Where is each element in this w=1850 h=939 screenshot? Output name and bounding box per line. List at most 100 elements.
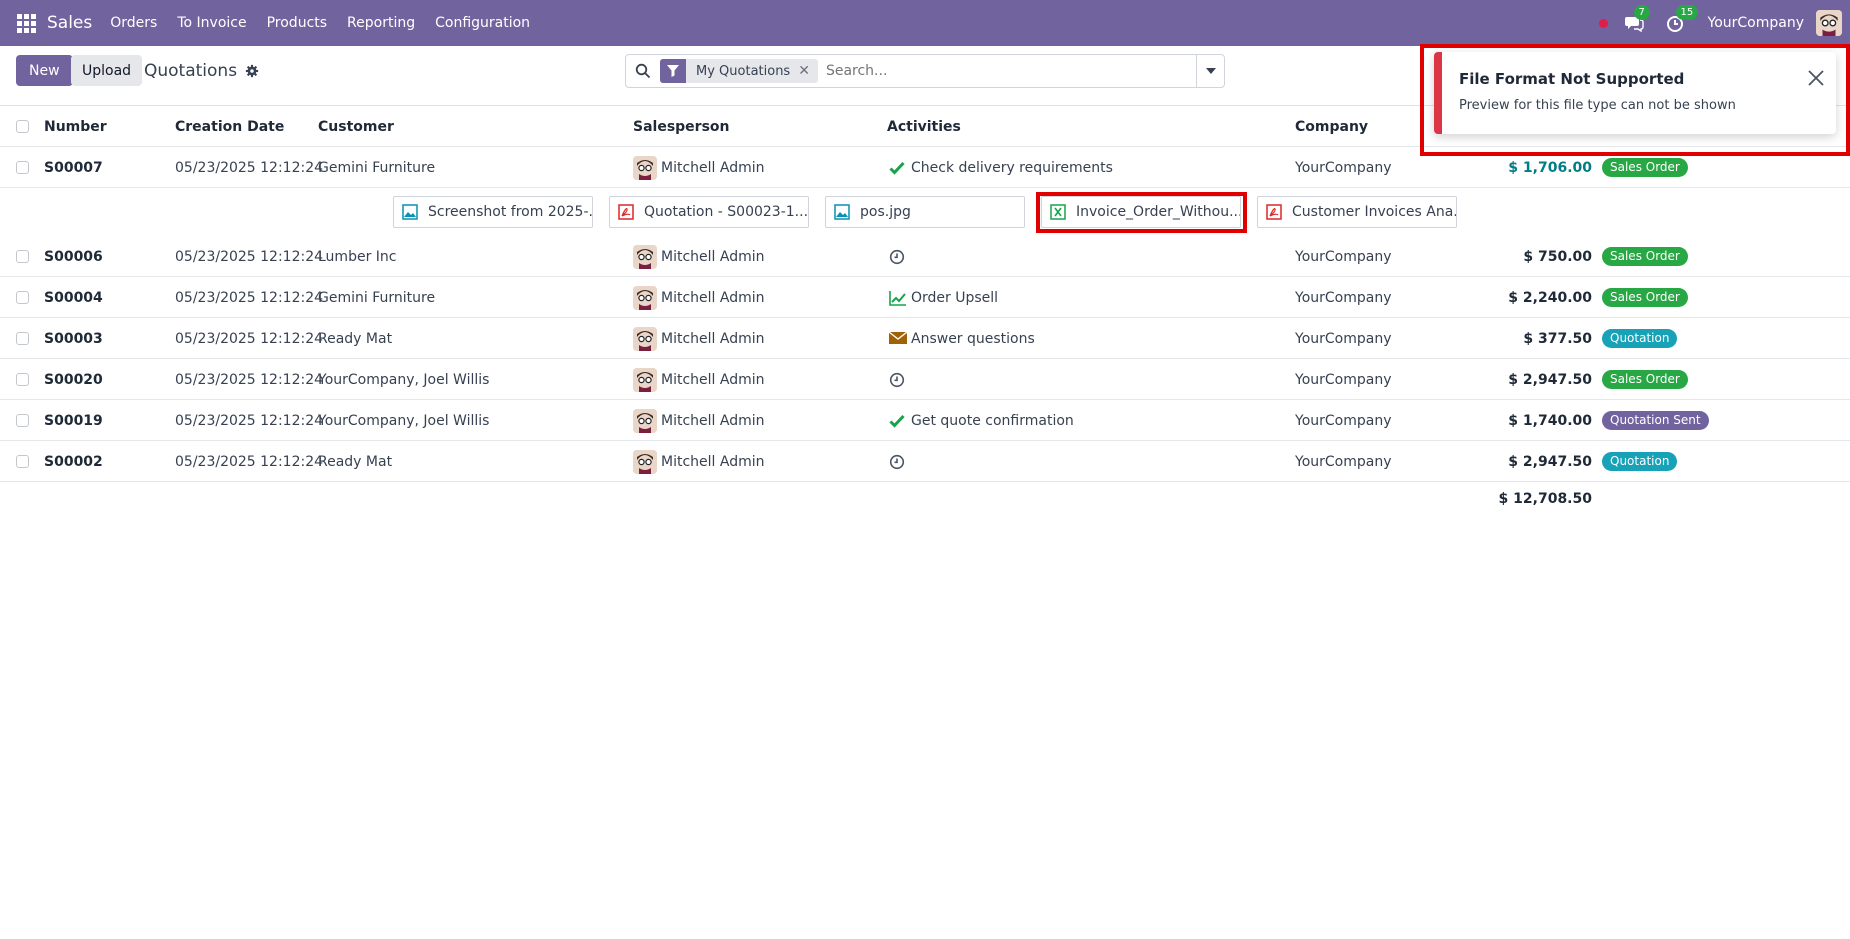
salesperson: Mitchell Admin <box>633 400 765 441</box>
activity[interactable] <box>889 359 911 400</box>
clock-icon[interactable] <box>889 372 905 388</box>
clock-icon[interactable] <box>889 249 905 265</box>
check-icon[interactable] <box>889 413 905 429</box>
search-input[interactable] <box>825 63 1186 79</box>
activity[interactable] <box>889 236 911 277</box>
avatar <box>633 408 657 433</box>
apps-grid-icon[interactable] <box>17 13 36 33</box>
column-header-creation-date[interactable]: Creation Date <box>175 106 284 147</box>
image-file-icon <box>834 204 850 220</box>
creation-date: 05/23/2025 12:12:24 <box>175 248 324 265</box>
row-checkbox[interactable] <box>16 318 29 359</box>
column-header-customer[interactable]: Customer <box>318 106 394 147</box>
new-button[interactable]: New <box>16 55 73 86</box>
amount-total: $ 750.00 <box>1523 248 1592 265</box>
avatar <box>633 285 657 310</box>
customer-name: YourCompany, Joel Willis <box>318 412 490 429</box>
table-row[interactable]: S00004 05/23/2025 12:12:24 Gemini Furnitur… <box>0 277 1850 318</box>
search-options-toggle[interactable] <box>1196 55 1224 87</box>
customer-name: YourCompany, Joel Willis <box>318 371 490 388</box>
salesperson: Mitchell Admin <box>633 147 765 188</box>
table-row[interactable]: S00006 05/23/2025 12:12:24 Lumber Inc Mitch… <box>0 236 1850 277</box>
menu-products[interactable]: Products <box>257 15 337 31</box>
attachment-item[interactable]: Screenshot from 2025-... <box>393 196 593 228</box>
amount-total: $ 2,240.00 <box>1508 289 1592 306</box>
column-header-company[interactable]: Company <box>1295 106 1368 147</box>
chart-line-icon[interactable] <box>889 290 906 306</box>
salesperson: Mitchell Admin <box>633 277 765 318</box>
annotation-highlight-attachment <box>1036 192 1247 233</box>
app-name[interactable]: Sales <box>47 13 92 33</box>
table-row[interactable]: S00019 05/23/2025 12:12:24 YourCompany, Jo… <box>0 400 1850 441</box>
company-name: YourCompany <box>1295 371 1392 388</box>
table-row[interactable]: S00002 05/23/2025 12:12:24 Ready Mat Mitche… <box>0 441 1850 482</box>
table-row[interactable]: S00003 05/23/2025 12:12:24 Ready Mat Mitche… <box>0 318 1850 359</box>
envelope-icon[interactable] <box>888 330 908 347</box>
customer-name: Lumber Inc <box>318 248 397 265</box>
salesperson-name: Mitchell Admin <box>661 248 765 265</box>
activity-summary: Order Upsell <box>911 289 999 306</box>
activity[interactable]: Answer questions <box>888 318 1035 359</box>
activity[interactable]: Check delivery requirements <box>889 147 1113 188</box>
order-number: S00019 <box>44 412 103 429</box>
row-checkbox[interactable] <box>16 277 29 318</box>
row-checkbox[interactable] <box>16 441 29 482</box>
upload-button[interactable]: Upload <box>71 55 143 86</box>
column-header-activities[interactable]: Activities <box>887 106 961 147</box>
facet-label: My Quotations <box>696 63 791 79</box>
creation-date: 05/23/2025 12:12:24 <box>175 412 324 429</box>
select-all-checkbox[interactable] <box>16 106 29 147</box>
navbar-systray: 7 15 YourCompany <box>1598 0 1850 46</box>
salesperson-name: Mitchell Admin <box>661 289 765 306</box>
activity-summary: Answer questions <box>911 330 1035 347</box>
table-row[interactable]: S00020 05/23/2025 12:12:24 YourCompany, Jo… <box>0 359 1850 400</box>
attachment-item[interactable]: Customer Invoices Ana... <box>1257 196 1457 228</box>
amount-total: $ 2,947.50 <box>1508 453 1592 470</box>
company-switcher[interactable]: YourCompany <box>1708 15 1805 31</box>
menu-orders[interactable]: Orders <box>100 15 167 31</box>
caret-down-icon <box>1205 68 1216 74</box>
menu-configuration[interactable]: Configuration <box>425 15 540 31</box>
attachment-item[interactable]: Quotation - S00023-1.... <box>609 196 809 228</box>
row-checkbox[interactable] <box>16 400 29 441</box>
row-checkbox[interactable] <box>16 359 29 400</box>
annotation-highlight-toast <box>1420 44 1850 156</box>
filter-icon <box>660 59 686 83</box>
activity[interactable] <box>889 441 911 482</box>
company-name: YourCompany <box>1295 412 1392 429</box>
messages-icon[interactable]: 7 <box>1624 5 1650 33</box>
attachment-item[interactable]: pos.jpg <box>825 196 1025 228</box>
gear-icon[interactable] <box>245 64 259 78</box>
salesperson: Mitchell Admin <box>633 236 765 277</box>
column-header-number[interactable]: Number <box>44 106 107 147</box>
status-badge: Sales Order <box>1602 288 1688 307</box>
activity[interactable]: Get quote confirmation <box>889 400 1074 441</box>
activity[interactable]: Order Upsell <box>889 277 998 318</box>
company-name: YourCompany <box>1295 330 1392 347</box>
menu-reporting[interactable]: Reporting <box>337 15 425 31</box>
grand-total: $ 12,708.50 <box>1498 491 1592 507</box>
main-menu: Orders To Invoice Products Reporting Con… <box>100 15 540 31</box>
status-badge: Quotation <box>1602 452 1678 471</box>
status-badge: Sales Order <box>1602 247 1688 266</box>
column-header-salesperson[interactable]: Salesperson <box>633 106 730 147</box>
facet-remove-icon[interactable]: ✕ <box>798 63 818 79</box>
customer-name: Gemini Furniture <box>318 159 436 176</box>
activities-clock-icon[interactable]: 15 <box>1666 5 1699 33</box>
row-checkbox[interactable] <box>16 147 29 188</box>
order-number: S00003 <box>44 330 103 347</box>
user-avatar[interactable] <box>1816 10 1842 36</box>
creation-date: 05/23/2025 12:12:24 <box>175 289 324 306</box>
menu-to-invoice[interactable]: To Invoice <box>167 15 256 31</box>
salesperson: Mitchell Admin <box>633 318 765 359</box>
salesperson-name: Mitchell Admin <box>661 330 765 347</box>
activity-summary: Get quote confirmation <box>911 412 1074 429</box>
company-name: YourCompany <box>1295 289 1392 306</box>
clock-icon[interactable] <box>889 454 905 470</box>
status-cell: Quotation Sent <box>1602 400 1709 441</box>
amount-total: $ 1,740.00 <box>1508 412 1592 429</box>
row-checkbox[interactable] <box>16 236 29 277</box>
status-cell: Sales Order <box>1602 359 1688 400</box>
check-icon[interactable] <box>889 160 905 176</box>
creation-date: 05/23/2025 12:12:24 <box>175 371 324 388</box>
